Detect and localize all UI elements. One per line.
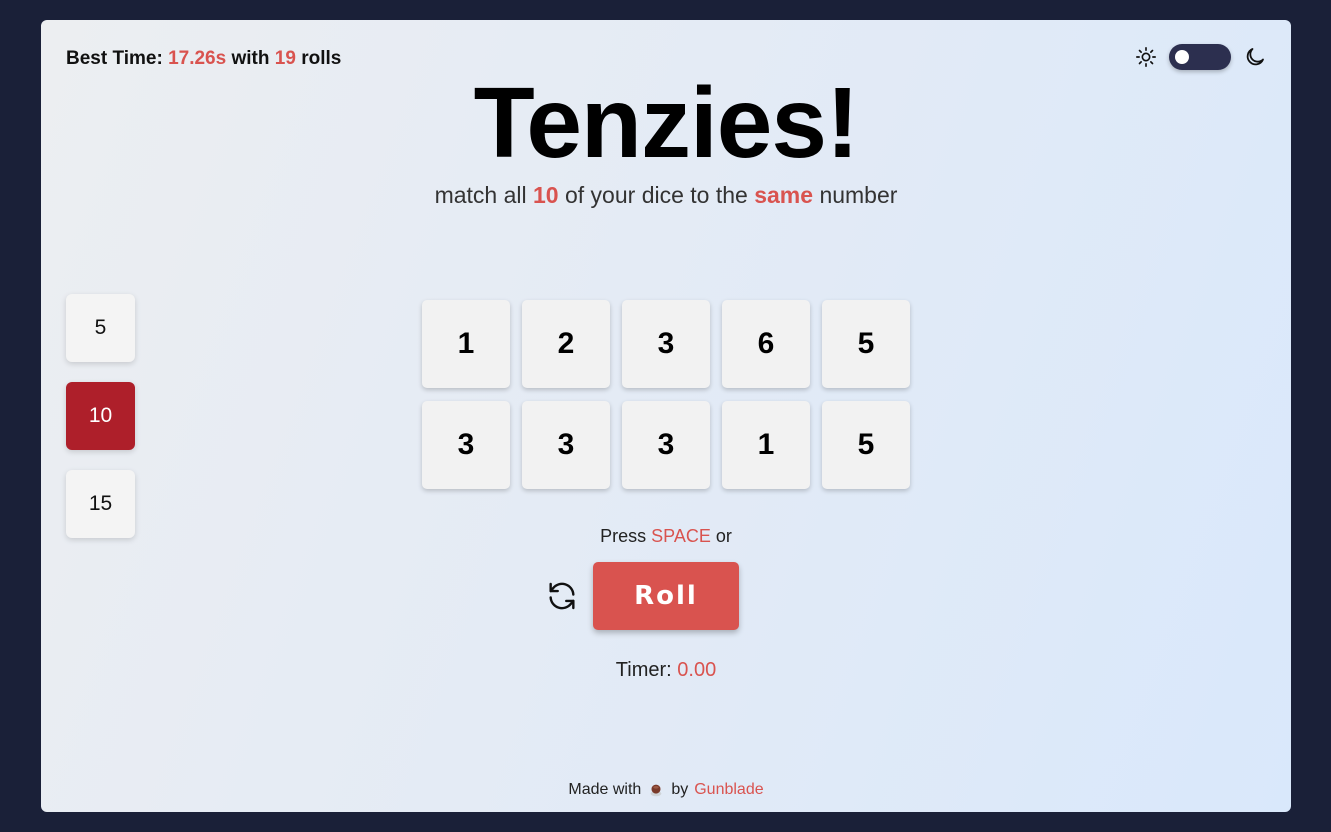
press-hint-suffix: or (715, 526, 732, 546)
coffee-icon (650, 784, 662, 797)
best-time-with: with (231, 48, 270, 69)
subtitle-emph: same (754, 182, 814, 208)
subtitle-part3: number (819, 182, 898, 208)
dark-mode-toggle[interactable] (1169, 44, 1231, 70)
die[interactable]: 5 (822, 401, 910, 489)
sun-icon (1136, 47, 1156, 67)
die[interactable]: 5 (822, 300, 910, 388)
die[interactable]: 6 (722, 300, 810, 388)
subtitle-part1: match all (434, 182, 527, 208)
app-card: Best Time: 17.26s with 19 rolls Tenzies!… (41, 20, 1291, 812)
press-hint-prefix: Press (600, 526, 647, 546)
die[interactable]: 2 (522, 300, 610, 388)
moon-icon (1246, 48, 1264, 66)
die[interactable]: 3 (522, 401, 610, 489)
author-link[interactable]: Gunblade (694, 781, 763, 799)
roll-button[interactable]: Roll (593, 562, 739, 630)
mode-button-10[interactable]: 10 (66, 382, 135, 450)
theme-toggle (1135, 44, 1267, 70)
timer-value: 0.00 (677, 659, 717, 681)
footer-by: by (671, 781, 689, 798)
refresh-icon[interactable] (545, 579, 579, 613)
press-hint: Press SPACE or (41, 526, 1291, 547)
roll-controls: Roll (545, 562, 739, 630)
subtitle-count: 10 (533, 182, 559, 208)
best-time-value: 17.26s (168, 48, 227, 69)
timer-label: Timer: (615, 659, 672, 681)
die[interactable]: 3 (622, 300, 710, 388)
best-time-label: Best Time: (66, 48, 163, 69)
best-rolls-value: 19 (274, 48, 296, 69)
die[interactable]: 1 (422, 300, 510, 388)
best-time: Best Time: 17.26s with 19 rolls (66, 48, 341, 70)
dice-count-selector: 5 10 15 (66, 294, 135, 538)
mode-button-5[interactable]: 5 (66, 294, 135, 362)
die[interactable]: 1 (722, 401, 810, 489)
die[interactable]: 3 (622, 401, 710, 489)
footer: Made with by Gunblade (41, 781, 1291, 799)
subtitle-part2: of your dice to the (564, 182, 748, 208)
toggle-knob (1175, 50, 1189, 64)
dice-grid: 1 2 3 6 5 3 3 3 1 5 (422, 300, 910, 489)
footer-made-with: Made with (568, 781, 642, 798)
subtitle: match all 10 of your dice to the same nu… (41, 182, 1291, 209)
timer: Timer: 0.00 (41, 659, 1291, 682)
press-hint-key: SPACE (651, 526, 711, 546)
die[interactable]: 3 (422, 401, 510, 489)
best-rolls-label: rolls (301, 48, 342, 69)
page-title: Tenzies! (473, 67, 860, 179)
